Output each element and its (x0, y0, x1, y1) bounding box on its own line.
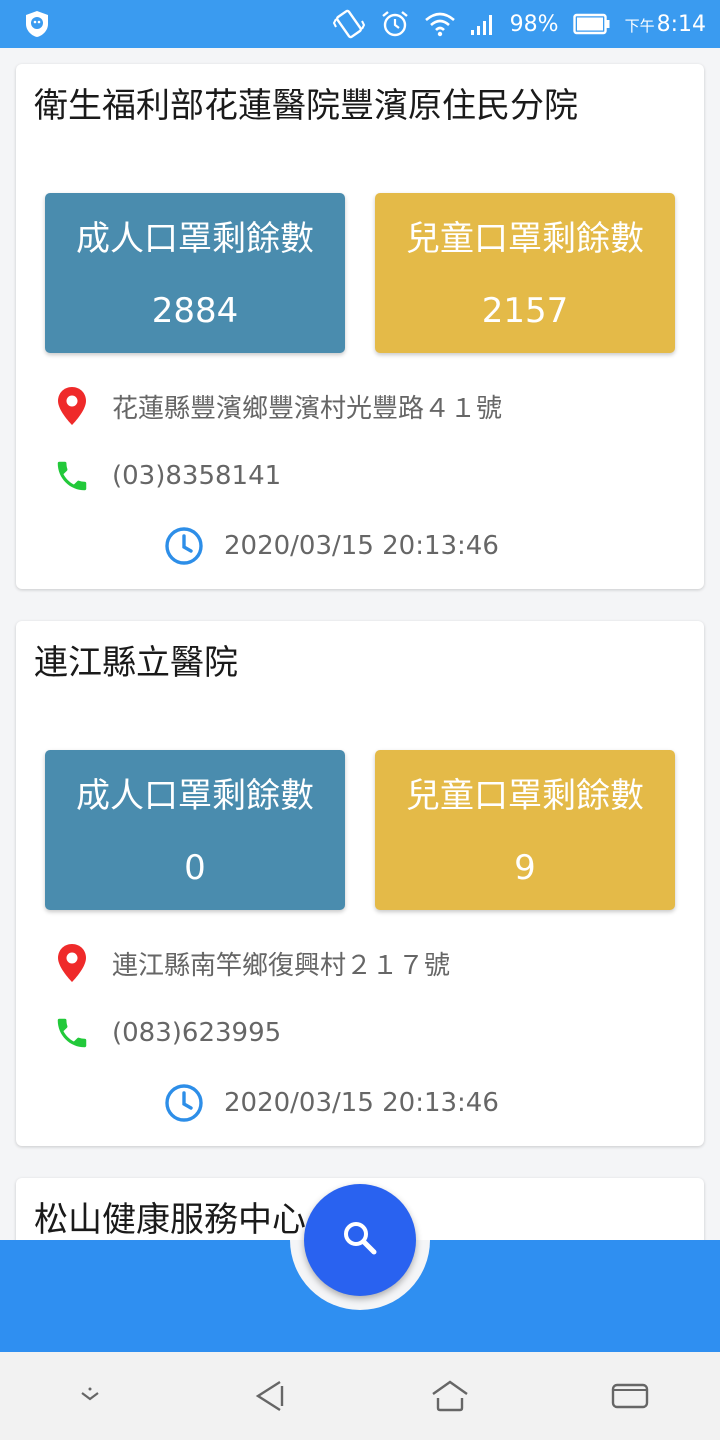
child-mask-label: 兒童口罩剩餘數 (406, 219, 644, 259)
wifi-icon (424, 10, 456, 38)
adult-mask-count: 2884 (151, 291, 239, 331)
clock-ampm: 下午 (624, 16, 655, 35)
address-text: 連江縣南竿鄉復興村２１７號 (112, 950, 451, 981)
updated-time-text: 2020/03/15 20:13:46 (224, 531, 499, 561)
updated-time-row: 2020/03/15 20:13:46 (164, 526, 499, 566)
search-fab-button[interactable] (304, 1184, 416, 1296)
phone-icon (52, 1013, 92, 1053)
child-mask-label: 兒童口罩剩餘數 (406, 776, 644, 816)
pharmacy-card[interactable]: 連江縣立醫院 成人口罩剩餘數 0 兒童口罩剩餘數 9 連江縣南竿鄉復興村２１７號 (16, 621, 704, 1146)
child-mask-count-box: 兒童口罩剩餘數 9 (375, 750, 675, 910)
child-mask-count: 2157 (481, 291, 569, 331)
status-bar: 98% 下午 8:14 (0, 0, 720, 48)
adult-mask-label: 成人口罩剩餘數 (76, 776, 314, 816)
pharmacy-name: 衛生福利部花蓮醫院豐濱原住民分院 (34, 86, 578, 126)
clock-icon (164, 526, 204, 566)
alarm-icon (380, 9, 410, 39)
adult-mask-count-box: 成人口罩剩餘數 2884 (45, 193, 345, 353)
address-text: 花蓮縣豐濱鄉豐濱村光豐路４１號 (112, 393, 503, 424)
phone-row[interactable]: (083)623995 (52, 1013, 281, 1053)
signal-icon (470, 11, 496, 37)
chevron-down-icon[interactable] (60, 1366, 120, 1426)
updated-time-text: 2020/03/15 20:13:46 (224, 1088, 499, 1118)
adult-mask-count: 0 (184, 848, 206, 888)
child-mask-count-box: 兒童口罩剩餘數 2157 (375, 193, 675, 353)
recents-icon[interactable] (600, 1366, 660, 1426)
child-mask-count: 9 (514, 848, 536, 888)
adult-mask-label: 成人口罩剩餘數 (76, 219, 314, 259)
location-pin-icon (52, 943, 92, 983)
pharmacy-card[interactable]: 衛生福利部花蓮醫院豐濱原住民分院 成人口罩剩餘數 2884 兒童口罩剩餘數 21… (16, 64, 704, 589)
phone-text: (083)623995 (112, 1018, 282, 1048)
pharmacy-name: 松山健康服務中心 (34, 1200, 306, 1240)
system-navigation-bar (0, 1352, 720, 1440)
pharmacy-name: 連江縣立醫院 (34, 643, 238, 683)
address-row[interactable]: 花蓮縣豐濱鄉豐濱村光豐路４１號 (52, 386, 502, 426)
updated-time-row: 2020/03/15 20:13:46 (164, 1083, 499, 1123)
phone-icon (52, 456, 92, 496)
phone-text: (03)8358141 (112, 461, 282, 491)
back-icon[interactable] (240, 1366, 300, 1426)
search-icon (340, 1218, 380, 1262)
adult-mask-count-box: 成人口罩剩餘數 0 (45, 750, 345, 910)
battery-icon (572, 13, 611, 35)
location-pin-icon (52, 386, 92, 426)
home-icon[interactable] (420, 1366, 480, 1426)
phone-row[interactable]: (03)8358141 (52, 456, 281, 496)
shield-app-icon (22, 9, 52, 39)
clock-icon (164, 1083, 204, 1123)
clock-value: 8:14 (656, 11, 706, 37)
address-row[interactable]: 連江縣南竿鄉復興村２１７號 (52, 943, 450, 983)
clock-time: 下午 8:14 (625, 12, 706, 37)
vibrate-icon (332, 7, 366, 41)
battery-percent: 98% (509, 11, 559, 37)
